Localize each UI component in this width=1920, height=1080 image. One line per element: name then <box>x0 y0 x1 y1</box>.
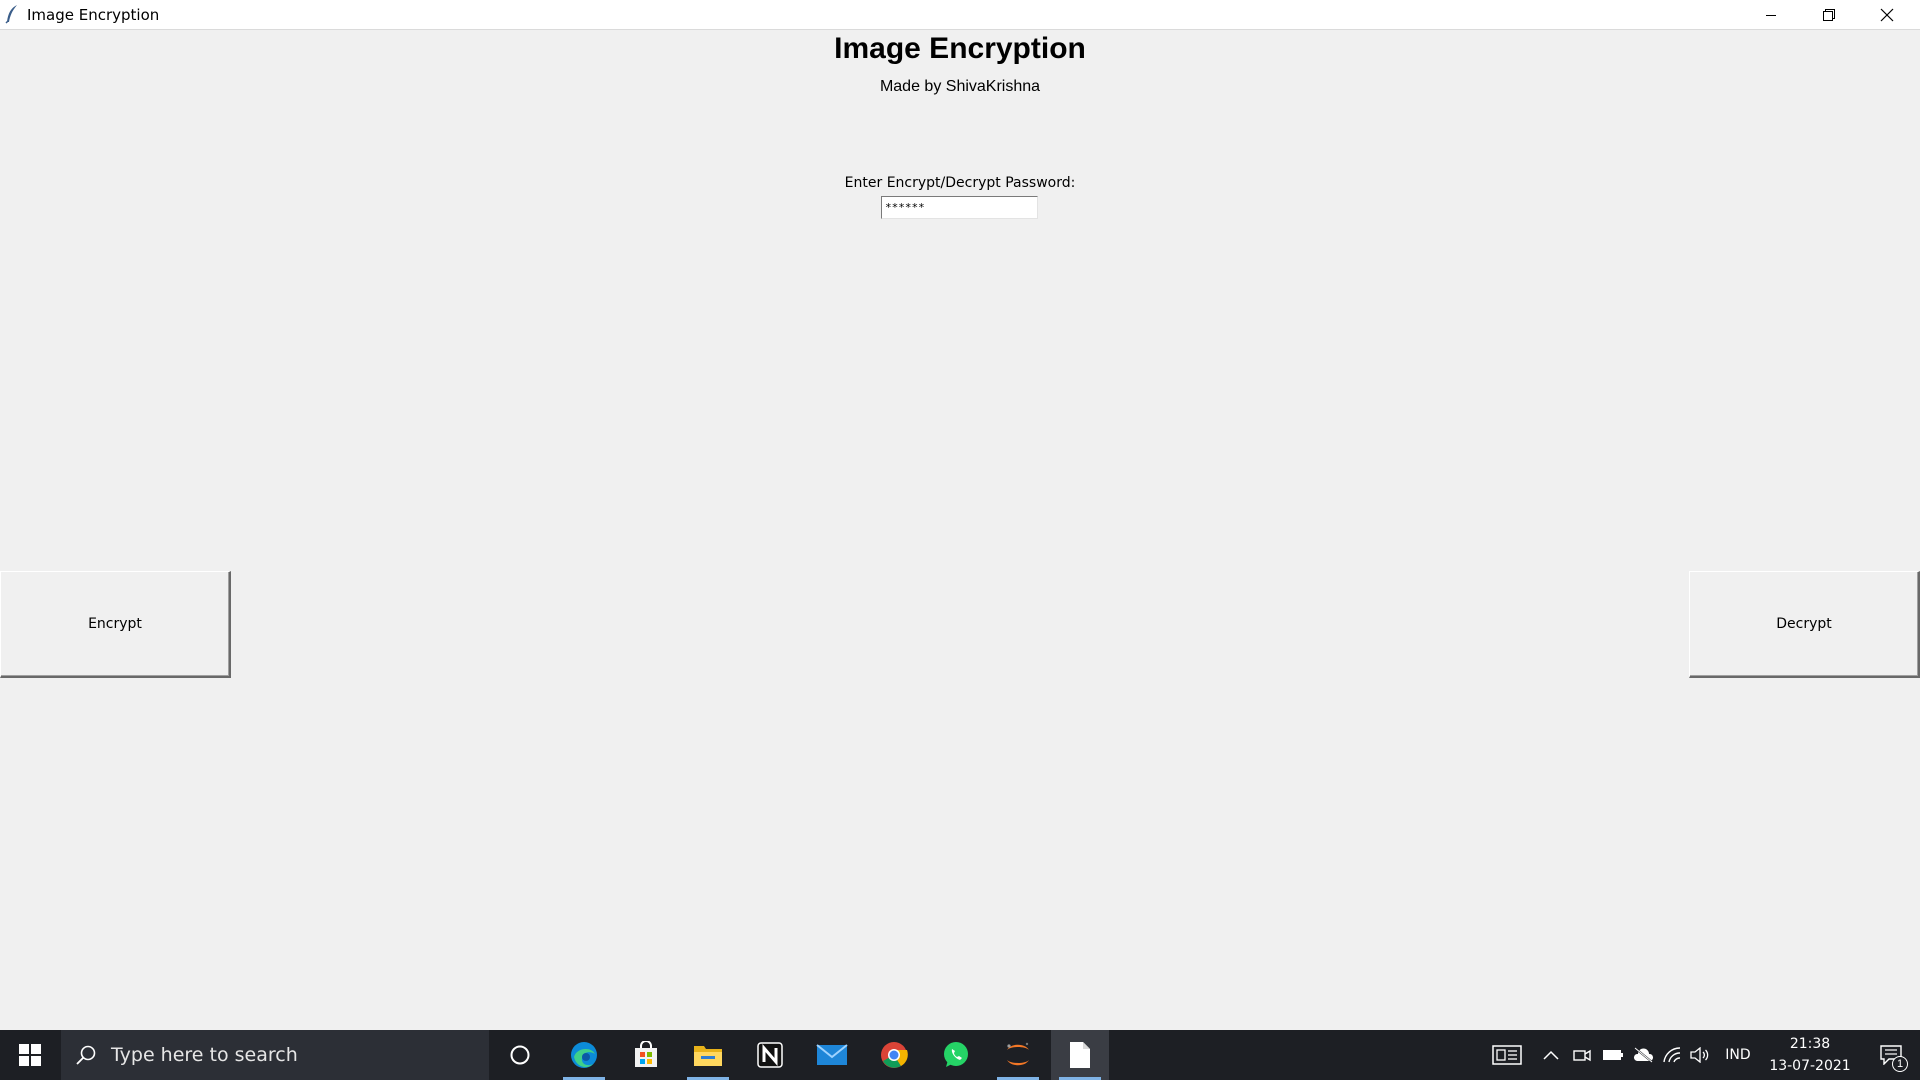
close-button[interactable] <box>1858 0 1916 29</box>
chevron-up-icon <box>1543 1050 1559 1060</box>
edge-icon <box>571 1042 597 1068</box>
meet-now-button[interactable] <box>1570 1030 1594 1080</box>
minimize-icon <box>1766 14 1776 16</box>
notion-button[interactable] <box>741 1030 799 1080</box>
start-button[interactable] <box>0 1030 60 1080</box>
language-indicator: IND <box>1725 1047 1751 1063</box>
notification-center-button[interactable] <box>1866 1030 1916 1080</box>
notion-icon <box>757 1042 783 1068</box>
onedrive-button[interactable] <box>1630 1030 1656 1080</box>
clock-time: 21:38 <box>1789 1036 1831 1052</box>
chrome-button[interactable] <box>865 1030 923 1080</box>
close-icon <box>1880 8 1894 21</box>
notification-badge: 1 <box>1892 1056 1908 1072</box>
news-icon <box>1492 1045 1522 1065</box>
battery-icon <box>1603 1050 1623 1060</box>
mail-button[interactable] <box>803 1030 861 1080</box>
video-camera-icon <box>1573 1049 1591 1062</box>
password-input[interactable] <box>881 196 1038 219</box>
window-titlebar[interactable]: Image Encryption <box>0 0 1920 30</box>
encrypt-button[interactable]: Encrypt <box>0 571 231 678</box>
network-button[interactable] <box>1660 1030 1684 1080</box>
document-icon <box>1070 1042 1090 1068</box>
news-button[interactable] <box>1488 1030 1526 1080</box>
app-subtitle: Made by ShivaKrishna <box>879 78 1041 95</box>
minimize-button[interactable] <box>1742 0 1800 29</box>
encrypt-button-label: Encrypt <box>88 616 142 632</box>
taskbar-search[interactable]: Type here to search <box>61 1030 489 1080</box>
input-language-button[interactable]: IND <box>1718 1030 1758 1080</box>
wifi-icon <box>1663 1047 1681 1063</box>
cortana-icon <box>510 1045 530 1065</box>
jupyter-icon <box>1007 1042 1029 1066</box>
window-title: Image Encryption <box>27 6 160 24</box>
search-icon <box>76 1045 96 1065</box>
feather-icon <box>5 4 19 24</box>
speaker-icon <box>1690 1047 1709 1063</box>
volume-button[interactable] <box>1688 1030 1712 1080</box>
windows-icon <box>19 1044 41 1066</box>
store-button[interactable] <box>617 1030 675 1080</box>
clock[interactable]: 21:38 13-07-2021 <box>1764 1033 1856 1077</box>
restore-button[interactable] <box>1800 0 1858 29</box>
search-placeholder: Type here to search <box>111 1044 298 1066</box>
file-explorer-button[interactable] <box>679 1030 737 1080</box>
restore-icon <box>1823 8 1835 21</box>
store-icon <box>635 1041 657 1067</box>
cloud-off-icon <box>1633 1047 1654 1063</box>
whatsapp-icon <box>944 1042 968 1067</box>
jupyter-button[interactable] <box>989 1030 1047 1080</box>
document-button[interactable] <box>1051 1030 1109 1080</box>
whatsapp-button[interactable] <box>927 1030 985 1080</box>
edge-button[interactable] <box>555 1030 613 1080</box>
decrypt-button-label: Decrypt <box>1776 616 1832 632</box>
chrome-icon <box>881 1042 908 1068</box>
file-explorer-icon <box>694 1046 722 1066</box>
password-label: Enter Encrypt/Decrypt Password: <box>844 175 1076 191</box>
show-hidden-icons-button[interactable] <box>1540 1030 1562 1080</box>
mail-icon <box>816 1044 848 1065</box>
clock-date: 13-07-2021 <box>1769 1058 1851 1074</box>
app-heading: Image Encryption <box>834 32 1086 65</box>
decrypt-button[interactable]: Decrypt <box>1689 571 1920 678</box>
taskbar: Type here to search IND 21:38 13-07-2021… <box>0 1030 1920 1080</box>
battery-button[interactable] <box>1600 1030 1626 1080</box>
cortana-button[interactable] <box>491 1030 549 1080</box>
